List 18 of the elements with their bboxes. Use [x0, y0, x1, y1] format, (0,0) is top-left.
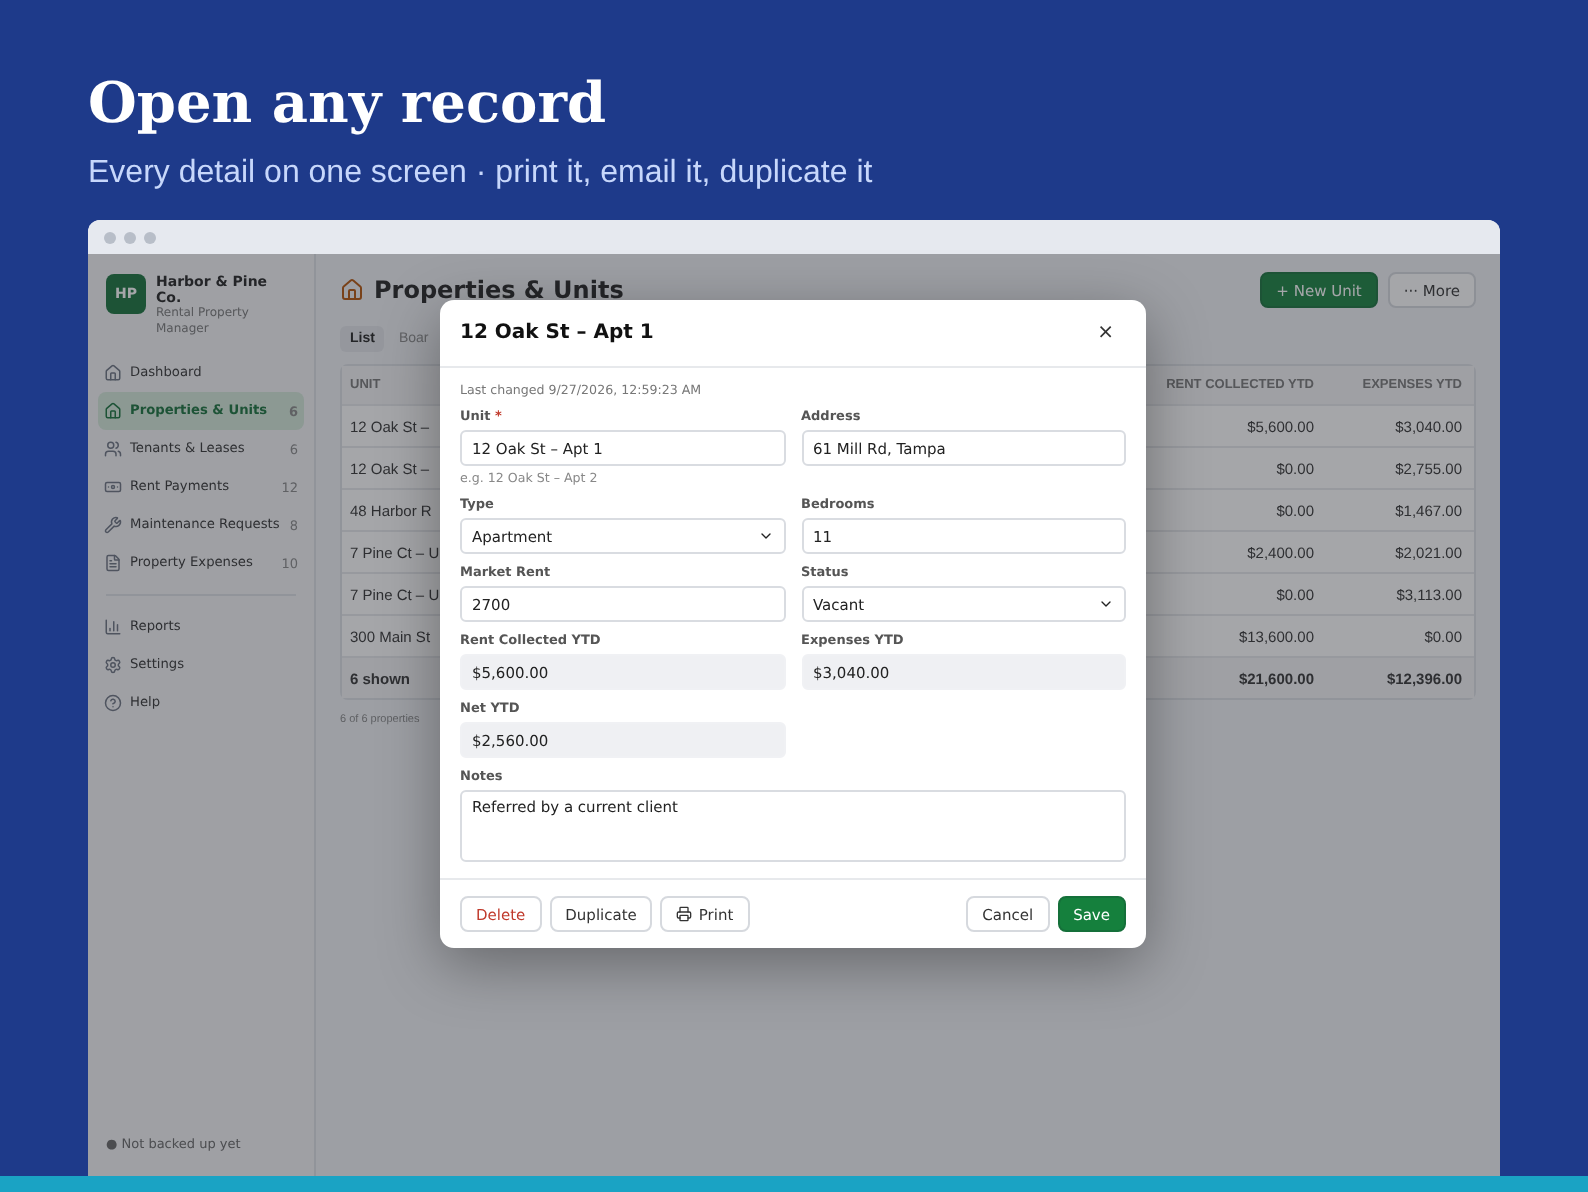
bar-chart-icon	[104, 618, 122, 636]
people-icon	[104, 440, 122, 458]
printer-icon	[676, 906, 693, 922]
document-icon	[104, 554, 122, 572]
chevron-icon	[1098, 596, 1114, 612]
house-icon	[104, 364, 122, 382]
close-button[interactable]: ×	[1089, 322, 1122, 344]
page-title: Properties & Units	[374, 276, 626, 304]
hero-title: Open any record	[88, 68, 609, 140]
wrench-icon	[104, 516, 122, 534]
chevron-icon	[757, 528, 773, 544]
house-icon	[340, 278, 364, 302]
house-icon	[104, 402, 122, 420]
banknote-icon	[104, 478, 122, 496]
help-icon	[104, 694, 122, 712]
settings-icon	[104, 656, 122, 674]
dialog-title: 12 Oak St – Apt 1	[460, 322, 654, 344]
hero-subtitle: Every detail on one screen · print it, email it, duplicate it	[88, 156, 875, 192]
